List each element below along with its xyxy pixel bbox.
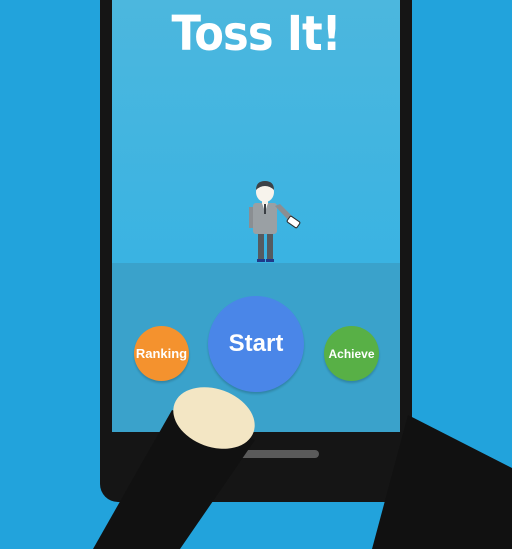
game-scene: Toss It! Ranking Start Achieve <box>0 0 512 549</box>
ranking-button[interactable]: Ranking <box>134 326 189 381</box>
businessman-with-phone-icon <box>249 181 301 262</box>
achieve-button-label: Achieve <box>328 346 375 361</box>
phone-frame: Toss It! Ranking Start Achieve <box>100 0 412 502</box>
ranking-button-label: Ranking <box>135 346 188 361</box>
start-button-label: Start <box>228 330 284 357</box>
game-title: Toss It! <box>171 6 341 62</box>
achieve-button[interactable]: Achieve <box>324 326 379 381</box>
home-bar[interactable] <box>193 450 319 458</box>
start-button[interactable]: Start <box>208 296 304 392</box>
game-screen: Toss It! Ranking Start Achieve <box>112 0 400 432</box>
